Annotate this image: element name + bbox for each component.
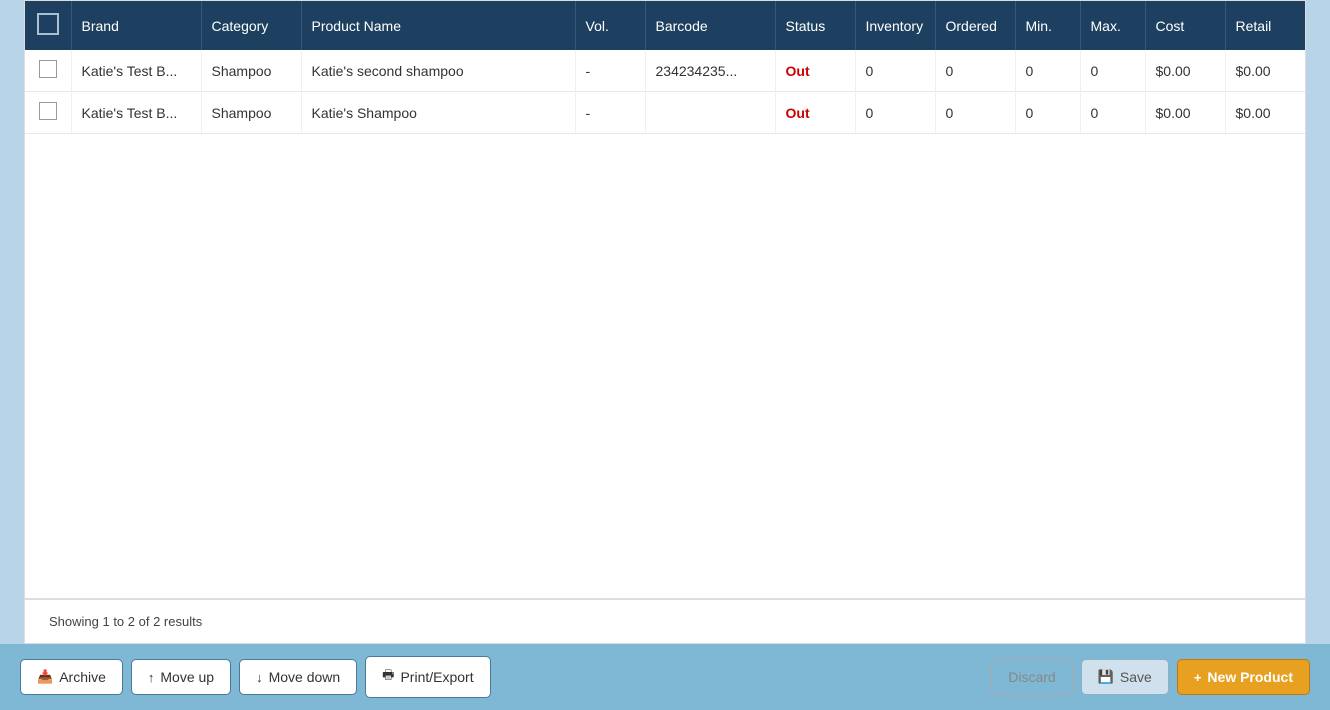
archive-button[interactable]: 📥 Archive xyxy=(20,659,123,695)
move-up-label: Move up xyxy=(160,669,214,685)
row-1-max: 0 xyxy=(1080,92,1145,134)
row-1-barcode xyxy=(645,92,775,134)
move-down-label: Move down xyxy=(269,669,341,685)
row-1-product_name: Katie's Shampoo xyxy=(301,92,575,134)
row-0-product_name: Katie's second shampoo xyxy=(301,50,575,92)
col-header-brand: Brand xyxy=(71,1,201,50)
move-up-icon: ↑ xyxy=(148,670,155,685)
row-0-vol: - xyxy=(575,50,645,92)
print-icon: 🖶 xyxy=(382,666,394,688)
showing-results-text: Showing 1 to 2 of 2 results xyxy=(24,599,1306,644)
row-0-inventory: 0 xyxy=(855,50,935,92)
products-table: Brand Category Product Name Vol. Barcode… xyxy=(25,1,1305,134)
col-header-min: Min. xyxy=(1015,1,1080,50)
row-0-min: 0 xyxy=(1015,50,1080,92)
row-1-vol: - xyxy=(575,92,645,134)
row-0-retail: $0.00 xyxy=(1225,50,1305,92)
status-out-badge: Out xyxy=(786,105,810,121)
new-product-button[interactable]: + New Product xyxy=(1177,659,1310,695)
table-wrapper: Brand Category Product Name Vol. Barcode… xyxy=(24,0,1306,599)
table-row: Katie's Test B...ShampooKatie's Shampoo-… xyxy=(25,92,1305,134)
print-export-button[interactable]: 🖶 Print/Export xyxy=(365,656,490,698)
col-header-max: Max. xyxy=(1080,1,1145,50)
row-1-inventory: 0 xyxy=(855,92,935,134)
table-body: Katie's Test B...ShampooKatie's second s… xyxy=(25,50,1305,134)
col-header-vol: Vol. xyxy=(575,1,645,50)
row-1-cost: $0.00 xyxy=(1145,92,1225,134)
move-down-icon: ↓ xyxy=(256,670,263,685)
row-0-category: Shampoo xyxy=(201,50,301,92)
save-button[interactable]: 💾 Save xyxy=(1081,659,1169,695)
col-header-product-name: Product Name xyxy=(301,1,575,50)
row-1-ordered: 0 xyxy=(935,92,1015,134)
move-up-button[interactable]: ↑ Move up xyxy=(131,659,231,695)
row-0-max: 0 xyxy=(1080,50,1145,92)
row-0-status: Out xyxy=(775,50,855,92)
row-1-status: Out xyxy=(775,92,855,134)
select-all-checkbox[interactable] xyxy=(37,13,59,35)
col-header-barcode: Barcode xyxy=(645,1,775,50)
save-label: Save xyxy=(1120,669,1152,685)
discard-button[interactable]: Discard xyxy=(991,659,1072,695)
col-header-inventory: Inventory xyxy=(855,1,935,50)
row-1-checkbox[interactable] xyxy=(39,102,57,120)
row-0-barcode: 234234235... xyxy=(645,50,775,92)
row-1-checkbox-cell xyxy=(25,92,71,134)
discard-label: Discard xyxy=(1008,669,1055,685)
archive-icon: 📥 xyxy=(37,669,53,685)
header-checkbox-cell xyxy=(25,1,71,50)
col-header-ordered: Ordered xyxy=(935,1,1015,50)
col-header-status: Status xyxy=(775,1,855,50)
row-0-ordered: 0 xyxy=(935,50,1015,92)
plus-icon: + xyxy=(1194,670,1202,685)
row-1-category: Shampoo xyxy=(201,92,301,134)
print-export-label: Print/Export xyxy=(400,669,473,685)
col-header-cost: Cost xyxy=(1145,1,1225,50)
table-header-row: Brand Category Product Name Vol. Barcode… xyxy=(25,1,1305,50)
bottom-toolbar: 📥 Archive ↑ Move up ↓ Move down 🖶 Print/… xyxy=(0,644,1330,710)
archive-label: Archive xyxy=(59,669,106,685)
row-0-checkbox-cell xyxy=(25,50,71,92)
status-out-badge: Out xyxy=(786,63,810,79)
row-0-checkbox[interactable] xyxy=(39,60,57,78)
row-0-cost: $0.00 xyxy=(1145,50,1225,92)
col-header-category: Category xyxy=(201,1,301,50)
col-header-retail: Retail xyxy=(1225,1,1305,50)
new-product-label: New Product xyxy=(1207,669,1293,685)
save-icon: 💾 xyxy=(1098,669,1114,685)
table-row: Katie's Test B...ShampooKatie's second s… xyxy=(25,50,1305,92)
main-content: Brand Category Product Name Vol. Barcode… xyxy=(0,0,1330,644)
move-down-button[interactable]: ↓ Move down xyxy=(239,659,357,695)
row-0-brand: Katie's Test B... xyxy=(71,50,201,92)
row-1-min: 0 xyxy=(1015,92,1080,134)
row-1-brand: Katie's Test B... xyxy=(71,92,201,134)
row-1-retail: $0.00 xyxy=(1225,92,1305,134)
